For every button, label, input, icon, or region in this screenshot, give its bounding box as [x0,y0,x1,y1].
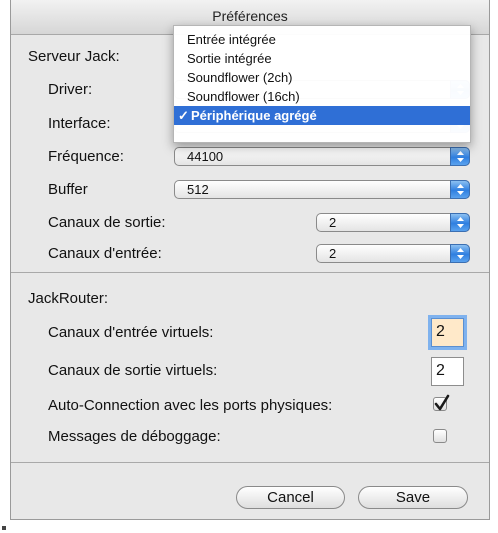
buffer-popup[interactable]: 512 [174,180,470,199]
frequency-value: 44100 [187,149,224,164]
jack-server-label: Serveur Jack: [28,48,120,65]
output-channels-value: 2 [329,215,337,230]
frequency-label: Fréquence: [48,148,124,165]
buffer-value: 512 [187,182,209,197]
input-channels-popup[interactable]: 2 [316,244,470,263]
autoconnect-label: Auto-Connection avec les ports physiques… [48,397,333,414]
output-channels-arrows-icon [450,213,470,232]
virtual-input-field[interactable]: 2 [431,318,464,347]
menu-item-soundflower-2ch[interactable]: Soundflower (2ch) [174,68,470,87]
menu-item-soundflower-16ch[interactable]: Soundflower (16ch) [174,87,470,106]
cancel-button[interactable]: Cancel [236,486,345,509]
buffer-label: Buffer [48,181,88,198]
resize-grip-icon[interactable] [2,526,6,530]
section-divider [11,272,489,273]
save-button[interactable]: Save [358,486,468,509]
input-channels-arrows-icon [450,244,470,263]
virtual-output-field[interactable]: 2 [431,357,464,386]
frequency-arrows-icon [450,147,470,166]
autoconnect-checkbox[interactable] [433,394,450,411]
checkmark-icon [434,394,450,411]
menu-item-aggregate-device[interactable]: ✓ Périphérique agrégé [174,106,470,125]
buffer-arrows-icon [450,180,470,199]
input-channels-value: 2 [329,246,337,261]
output-channels-label: Canaux de sortie: [48,214,166,231]
menu-item-built-in-output[interactable]: Sortie intégrée [174,49,470,68]
frequency-popup[interactable]: 44100 [174,147,470,166]
output-channels-popup[interactable]: 2 [316,213,470,232]
jackrouter-label: JackRouter: [28,290,109,307]
virtual-output-label: Canaux de sortie virtuels: [48,362,218,379]
driver-label: Driver: [48,81,93,98]
interface-label: Interface: [48,115,111,132]
footer-divider [11,462,489,463]
input-channels-label: Canaux d'entrée: [48,245,162,262]
virtual-input-label: Canaux d'entrée virtuels: [48,324,214,341]
window-title: Préférences [212,8,288,24]
interface-dropdown-menu: Entrée intégrée Sortie intégrée Soundflo… [173,25,471,143]
debug-label: Messages de déboggage: [48,428,221,445]
selected-check-icon: ✓ [178,108,189,123]
menu-item-built-in-input[interactable]: Entrée intégrée [174,30,470,49]
preferences-window: Préférences Serveur Jack: Driver: Interf… [10,0,490,520]
debug-checkbox[interactable] [433,429,447,443]
